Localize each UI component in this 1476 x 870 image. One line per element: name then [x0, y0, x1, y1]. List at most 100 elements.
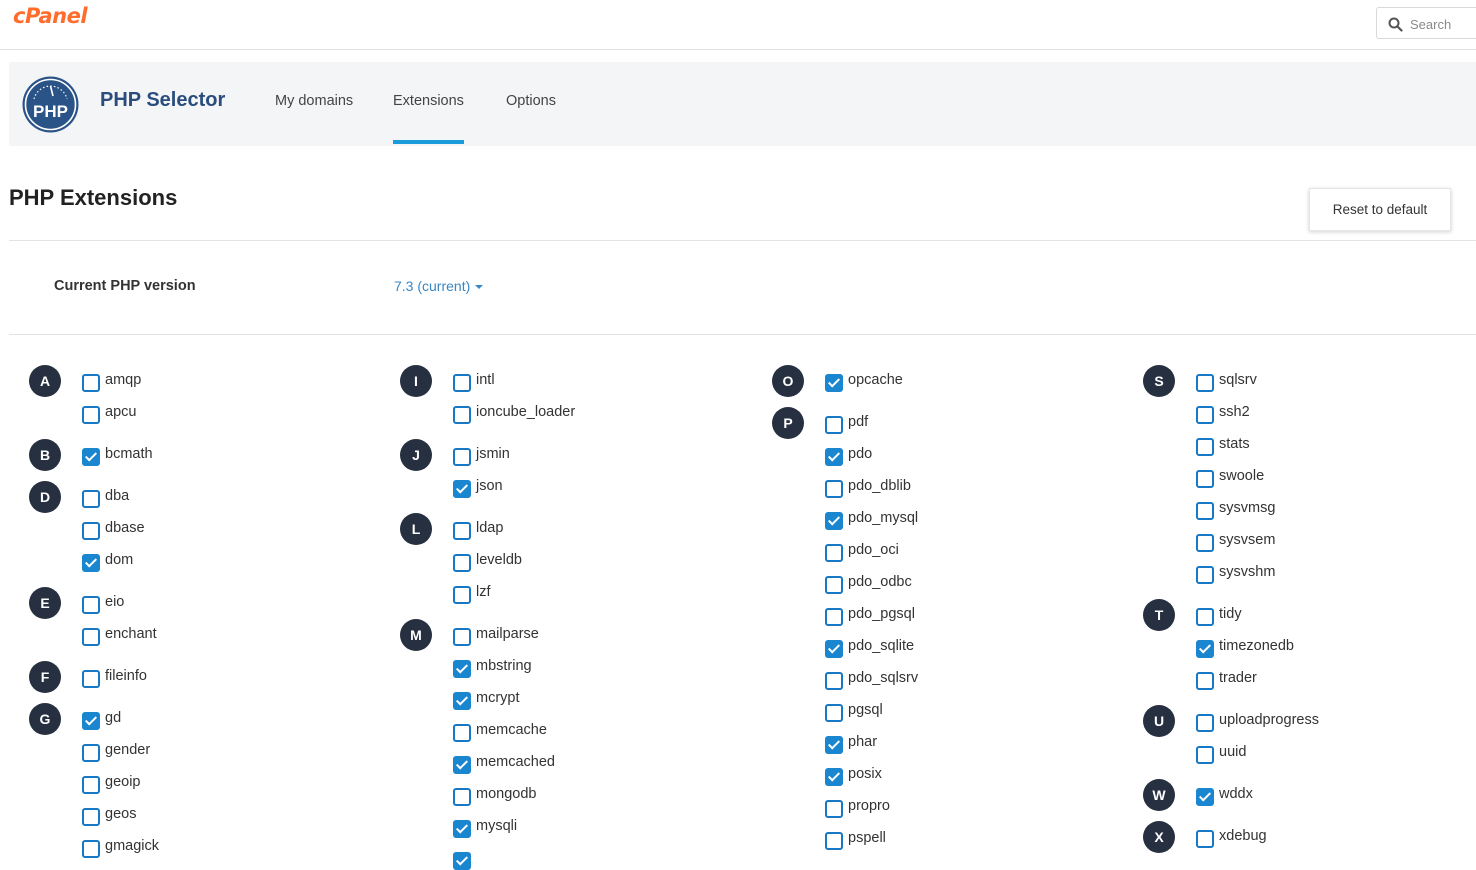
- extension-checkbox[interactable]: [453, 448, 471, 466]
- extension-checkbox[interactable]: [453, 820, 471, 838]
- extension-checkbox[interactable]: [1196, 714, 1214, 732]
- extension-checkbox[interactable]: [1196, 608, 1214, 626]
- extension-checkbox[interactable]: [453, 406, 471, 424]
- extension-label[interactable]: wddx: [1219, 786, 1253, 802]
- extension-label[interactable]: mongodb: [476, 786, 536, 802]
- extension-checkbox[interactable]: [825, 832, 843, 850]
- extension-label[interactable]: posix: [848, 766, 882, 782]
- extension-checkbox[interactable]: [825, 608, 843, 626]
- extension-checkbox[interactable]: [825, 512, 843, 530]
- cpanel-logo[interactable]: cPanel: [13, 4, 88, 28]
- extension-label[interactable]: pgsql: [848, 702, 883, 718]
- extension-checkbox[interactable]: [453, 586, 471, 604]
- extension-label[interactable]: sysvshm: [1219, 564, 1275, 580]
- extension-label[interactable]: pdf: [848, 414, 868, 430]
- extension-checkbox[interactable]: [1196, 640, 1214, 658]
- extension-label[interactable]: pspell: [848, 830, 886, 846]
- extension-checkbox[interactable]: [825, 704, 843, 722]
- extension-checkbox[interactable]: [825, 800, 843, 818]
- extension-checkbox[interactable]: [453, 374, 471, 392]
- extension-label[interactable]: pdo_sqlsrv: [848, 670, 918, 686]
- extension-label[interactable]: mcrypt: [476, 690, 520, 706]
- extension-label[interactable]: sqlsrv: [1219, 372, 1257, 388]
- extension-label[interactable]: dom: [105, 552, 133, 568]
- extension-label[interactable]: ioncube_loader: [476, 404, 575, 420]
- extension-checkbox[interactable]: [453, 628, 471, 646]
- extension-label[interactable]: amqp: [105, 372, 141, 388]
- extension-label[interactable]: stats: [1219, 436, 1250, 452]
- extension-checkbox[interactable]: [1196, 746, 1214, 764]
- extension-label[interactable]: timezonedb: [1219, 638, 1294, 654]
- extension-checkbox[interactable]: [825, 768, 843, 786]
- extension-checkbox[interactable]: [82, 744, 100, 762]
- extension-checkbox[interactable]: [825, 640, 843, 658]
- extension-checkbox[interactable]: [453, 522, 471, 540]
- extension-checkbox[interactable]: [825, 480, 843, 498]
- extension-checkbox[interactable]: [82, 712, 100, 730]
- extension-checkbox[interactable]: [825, 576, 843, 594]
- extension-checkbox[interactable]: [82, 374, 100, 392]
- extension-label[interactable]: pdo: [848, 446, 872, 462]
- extension-checkbox[interactable]: [1196, 788, 1214, 806]
- extension-checkbox[interactable]: [82, 596, 100, 614]
- extension-label[interactable]: pdo_sqlite: [848, 638, 914, 654]
- extension-label[interactable]: mysqli: [476, 818, 517, 834]
- extension-label[interactable]: uuid: [1219, 744, 1246, 760]
- extension-label[interactable]: mbstring: [476, 658, 532, 674]
- tab-my-domains[interactable]: My domains: [275, 93, 353, 109]
- extension-label[interactable]: dba: [105, 488, 129, 504]
- extension-label[interactable]: pdo_pgsql: [848, 606, 915, 622]
- extension-checkbox[interactable]: [825, 544, 843, 562]
- extension-checkbox[interactable]: [825, 374, 843, 392]
- extension-checkbox[interactable]: [1196, 438, 1214, 456]
- extension-label[interactable]: json: [476, 478, 503, 494]
- extension-label[interactable]: enchant: [105, 626, 157, 642]
- extension-label[interactable]: jsmin: [476, 446, 510, 462]
- extension-checkbox[interactable]: [453, 788, 471, 806]
- extension-label[interactable]: pdo_mysql: [848, 510, 918, 526]
- extension-checkbox[interactable]: [453, 480, 471, 498]
- extension-checkbox[interactable]: [453, 692, 471, 710]
- extension-label[interactable]: phar: [848, 734, 877, 750]
- extension-checkbox[interactable]: [82, 670, 100, 688]
- extension-label[interactable]: ldap: [476, 520, 503, 536]
- extension-checkbox[interactable]: [82, 522, 100, 540]
- extension-label[interactable]: bcmath: [105, 446, 153, 462]
- extension-label[interactable]: eio: [105, 594, 124, 610]
- extension-checkbox[interactable]: [82, 628, 100, 646]
- extension-checkbox[interactable]: [453, 554, 471, 572]
- extension-checkbox[interactable]: [82, 554, 100, 572]
- extension-label[interactable]: leveldb: [476, 552, 522, 568]
- extension-label[interactable]: uploadprogress: [1219, 712, 1319, 728]
- extension-checkbox[interactable]: [825, 448, 843, 466]
- php-version-dropdown[interactable]: 7.3 (current): [394, 278, 484, 294]
- extension-label[interactable]: opcache: [848, 372, 903, 388]
- extension-label[interactable]: pdo_dblib: [848, 478, 911, 494]
- extension-checkbox[interactable]: [1196, 830, 1214, 848]
- extension-label[interactable]: sysvmsg: [1219, 500, 1275, 516]
- extension-label[interactable]: dbase: [105, 520, 145, 536]
- extension-label[interactable]: swoole: [1219, 468, 1264, 484]
- extension-label[interactable]: lzf: [476, 584, 491, 600]
- extension-checkbox[interactable]: [453, 724, 471, 742]
- extension-label[interactable]: intl: [476, 372, 495, 388]
- extension-checkbox[interactable]: [825, 736, 843, 754]
- extension-label[interactable]: memcache: [476, 722, 547, 738]
- extension-label[interactable]: pdo_oci: [848, 542, 899, 558]
- tab-options[interactable]: Options: [506, 93, 556, 109]
- extension-label[interactable]: gd: [105, 710, 121, 726]
- search-box[interactable]: Search: [1376, 7, 1476, 39]
- extension-checkbox[interactable]: [1196, 502, 1214, 520]
- extension-checkbox[interactable]: [1196, 566, 1214, 584]
- extension-checkbox[interactable]: [825, 672, 843, 690]
- extension-label[interactable]: ssh2: [1219, 404, 1250, 420]
- extension-checkbox[interactable]: [453, 756, 471, 774]
- tab-extensions[interactable]: Extensions: [393, 93, 464, 109]
- extension-checkbox[interactable]: [82, 406, 100, 424]
- extension-checkbox[interactable]: [82, 490, 100, 508]
- extension-label[interactable]: memcached: [476, 754, 555, 770]
- extension-label[interactable]: mailparse: [476, 626, 539, 642]
- extension-checkbox[interactable]: [82, 840, 100, 858]
- extension-checkbox[interactable]: [82, 448, 100, 466]
- extension-checkbox[interactable]: [1196, 534, 1214, 552]
